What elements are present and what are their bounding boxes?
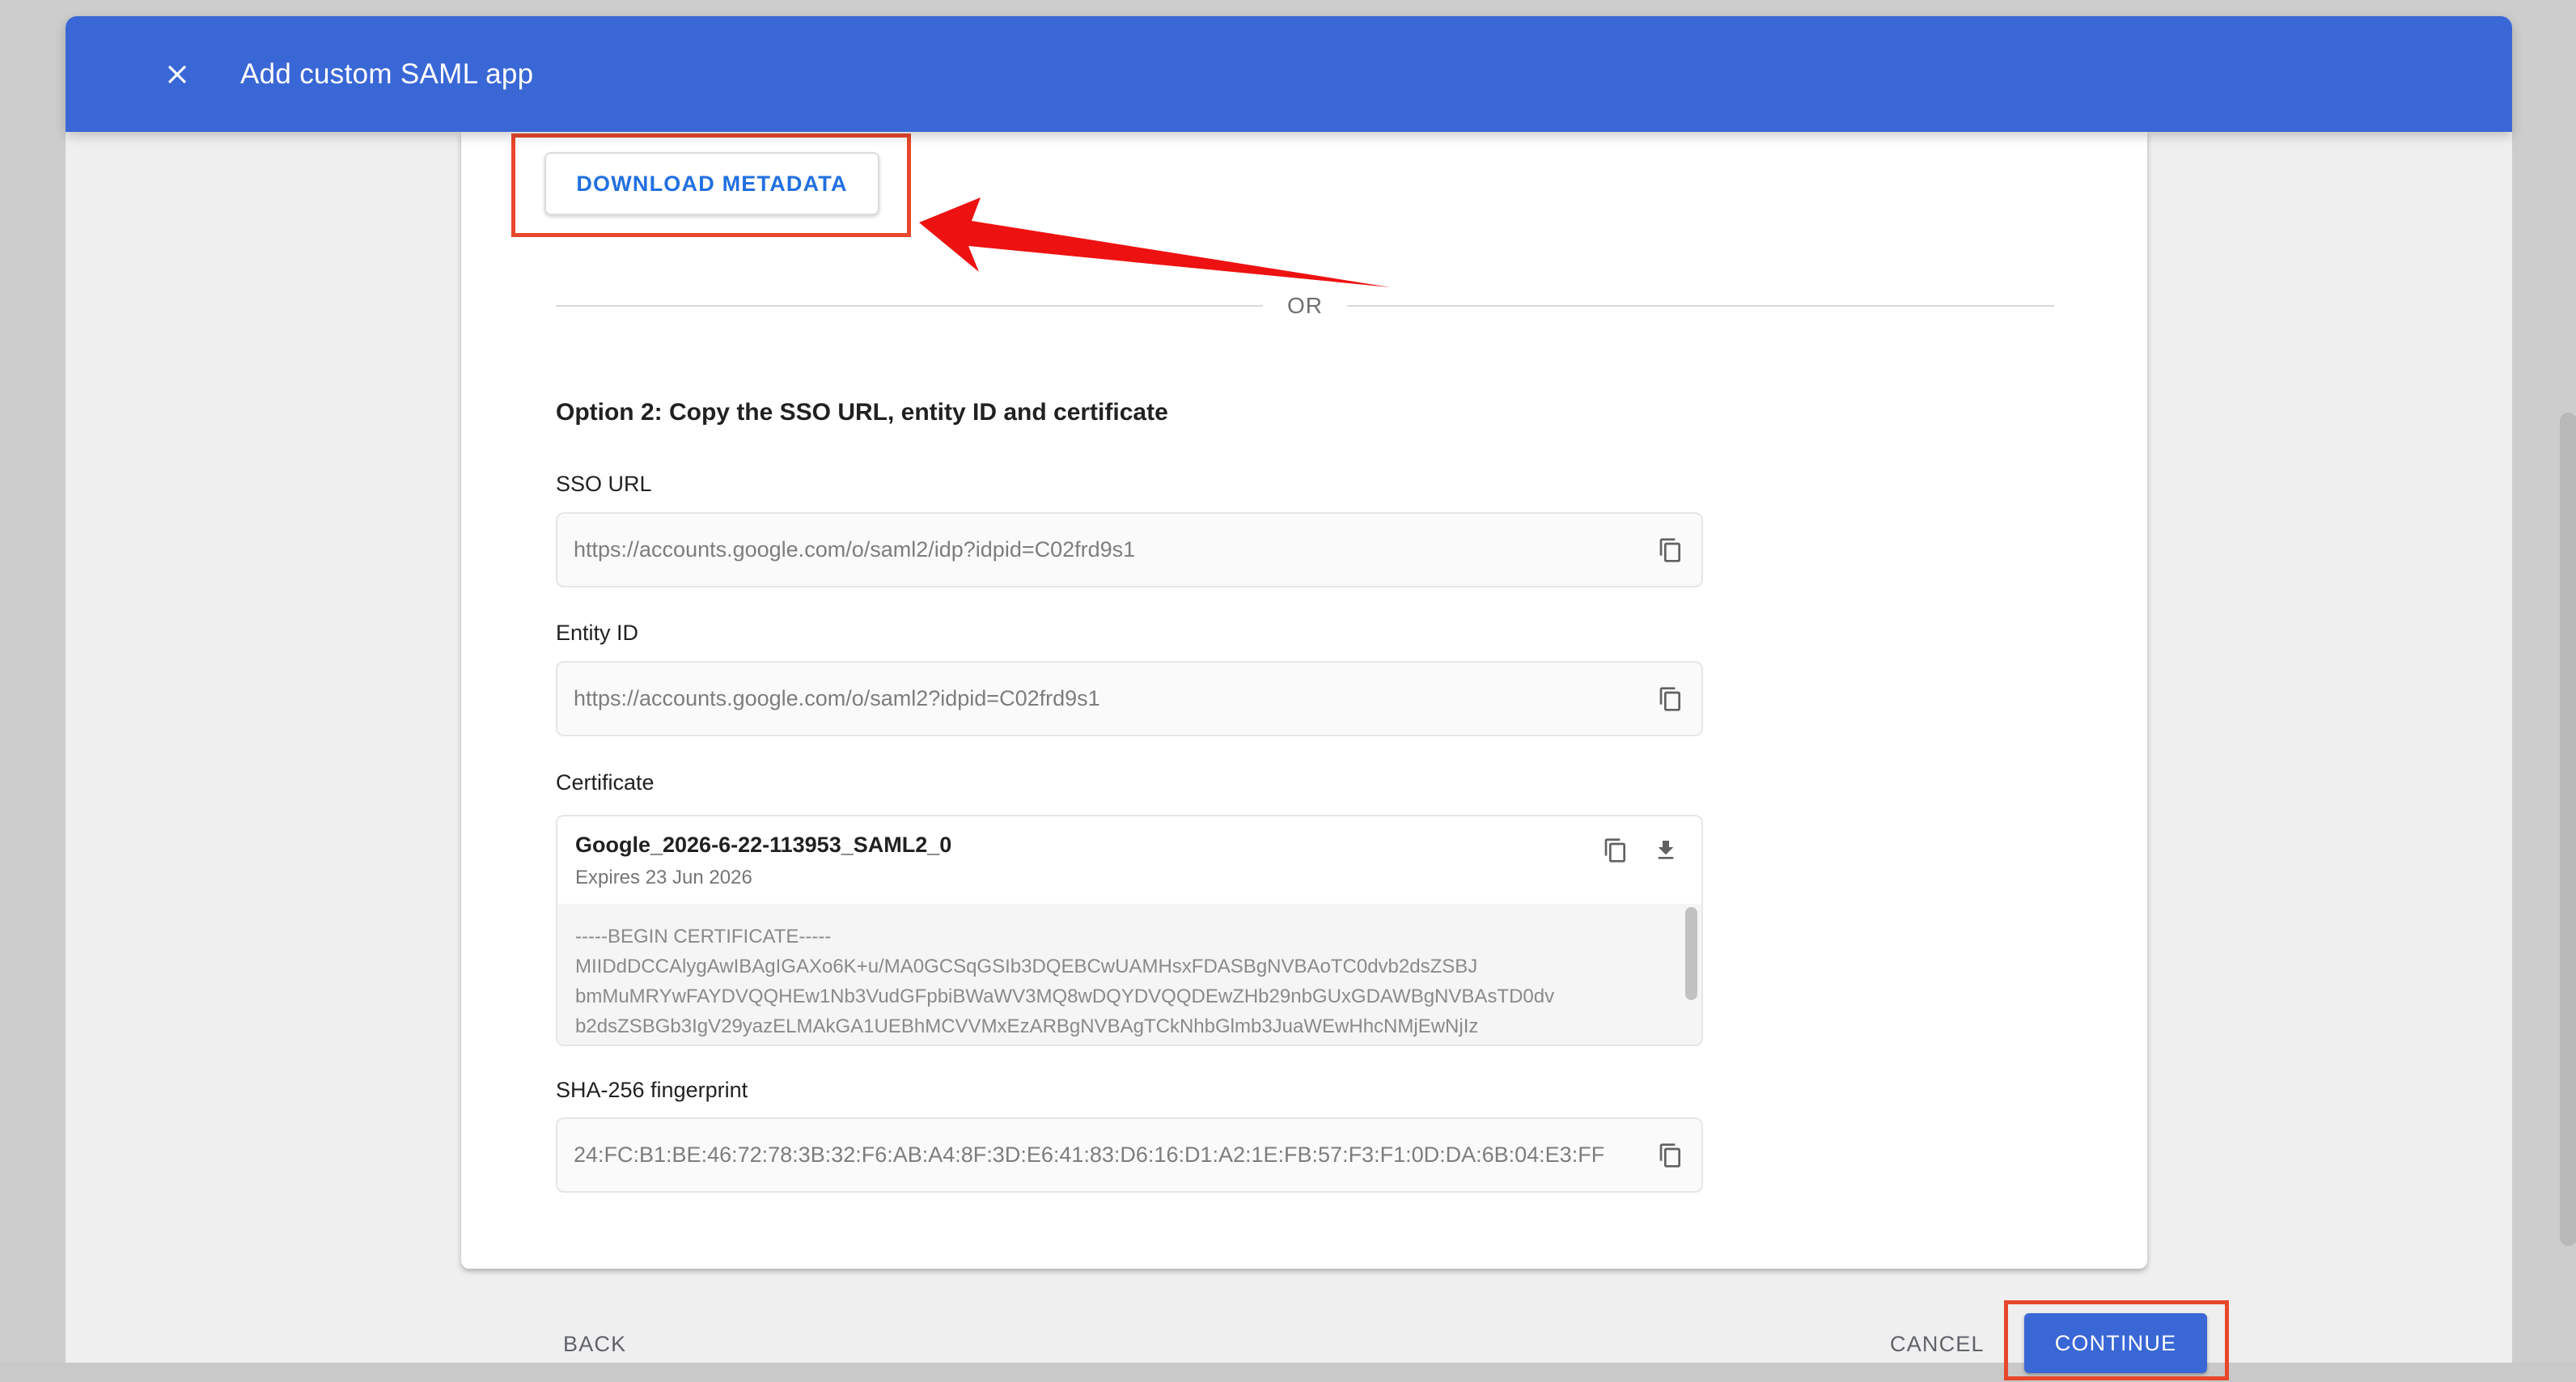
content-card: DOWNLOAD METADATA OR Option 2: Copy the … bbox=[461, 132, 2147, 1269]
copy-entity-id-button[interactable] bbox=[1651, 680, 1690, 719]
divider-line bbox=[1347, 305, 2054, 307]
certificate-pem-line: MIIDdDCCAlygAwIBAgIGAXo6K+u/MA0GCSqGSIb3… bbox=[575, 952, 1653, 981]
copy-sso-url-button[interactable] bbox=[1651, 531, 1690, 570]
certificate-scrollbar-thumb[interactable] bbox=[1685, 907, 1697, 1000]
dialog-title: Add custom SAML app bbox=[240, 58, 533, 91]
copy-icon bbox=[1658, 1142, 1684, 1168]
cancel-button[interactable]: CANCEL bbox=[1890, 1325, 1985, 1363]
continue-button[interactable]: CONTINUE bbox=[2024, 1313, 2207, 1373]
certificate-pem-text[interactable]: -----BEGIN CERTIFICATE----- MIIDdDCCAlyg… bbox=[557, 904, 1701, 1046]
copy-icon bbox=[1658, 537, 1684, 563]
entity-id-field: https://accounts.google.com/o/saml2?idpi… bbox=[556, 661, 1703, 736]
certificate-label: Certificate bbox=[556, 770, 655, 795]
copy-certificate-button[interactable] bbox=[1596, 831, 1635, 870]
certificate-expiry: Expires 23 Jun 2026 bbox=[575, 867, 752, 889]
entity-id-label: Entity ID bbox=[556, 621, 638, 646]
screen: Add custom SAML app DOWNLOAD METADATA OR… bbox=[0, 0, 2576, 1382]
or-label: OR bbox=[1263, 293, 1347, 319]
divider-line bbox=[556, 305, 1263, 307]
add-custom-saml-app-dialog: Add custom SAML app DOWNLOAD METADATA OR… bbox=[66, 16, 2512, 1363]
sha256-fingerprint-label: SHA-256 fingerprint bbox=[556, 1078, 748, 1103]
certificate-name: Google_2026-6-22-113953_SAML2_0 bbox=[575, 833, 951, 858]
entity-id-value: https://accounts.google.com/o/saml2?idpi… bbox=[574, 686, 1651, 711]
page-scrollbar-thumb[interactable] bbox=[2560, 413, 2576, 1246]
back-button[interactable]: BACK bbox=[563, 1325, 626, 1363]
sso-url-field: https://accounts.google.com/o/saml2/idp?… bbox=[556, 512, 1703, 587]
sso-url-label: SSO URL bbox=[556, 472, 652, 497]
or-divider: OR bbox=[556, 294, 2054, 318]
close-icon-glyph bbox=[162, 59, 193, 90]
dialog-header: Add custom SAML app bbox=[66, 16, 2512, 132]
sha256-fingerprint-value: 24:FC:B1:BE:46:72:78:3B:32:F6:AB:A4:8F:3… bbox=[574, 1142, 1651, 1168]
copy-sha256-button[interactable] bbox=[1651, 1136, 1690, 1175]
close-icon[interactable] bbox=[159, 57, 195, 92]
red-arrow-annotation-icon bbox=[914, 195, 1392, 296]
sso-url-value: https://accounts.google.com/o/saml2/idp?… bbox=[574, 537, 1651, 562]
download-icon bbox=[1653, 837, 1679, 863]
certificate-card: Google_2026-6-22-113953_SAML2_0 Expires … bbox=[556, 815, 1703, 1046]
copy-icon bbox=[1603, 837, 1629, 863]
sha256-fingerprint-field: 24:FC:B1:BE:46:72:78:3B:32:F6:AB:A4:8F:3… bbox=[556, 1117, 1703, 1193]
certificate-pem-line: -----BEGIN CERTIFICATE----- bbox=[575, 922, 1653, 952]
certificate-pem-line: b2dsZSBGb3IgV29yazELMAkGA1UEBhMCVVMxEzAR… bbox=[575, 1011, 1653, 1041]
download-metadata-button[interactable]: DOWNLOAD METADATA bbox=[544, 152, 879, 215]
certificate-pem-line: bmMuMRYwFAYDVQQHEw1Nb3VudGFpbiBWaWV3MQ8w… bbox=[575, 981, 1653, 1011]
option2-heading: Option 2: Copy the SSO URL, entity ID an… bbox=[556, 399, 1168, 426]
download-certificate-button[interactable] bbox=[1646, 831, 1685, 870]
certificate-header: Google_2026-6-22-113953_SAML2_0 Expires … bbox=[557, 816, 1701, 904]
copy-icon bbox=[1658, 686, 1684, 712]
